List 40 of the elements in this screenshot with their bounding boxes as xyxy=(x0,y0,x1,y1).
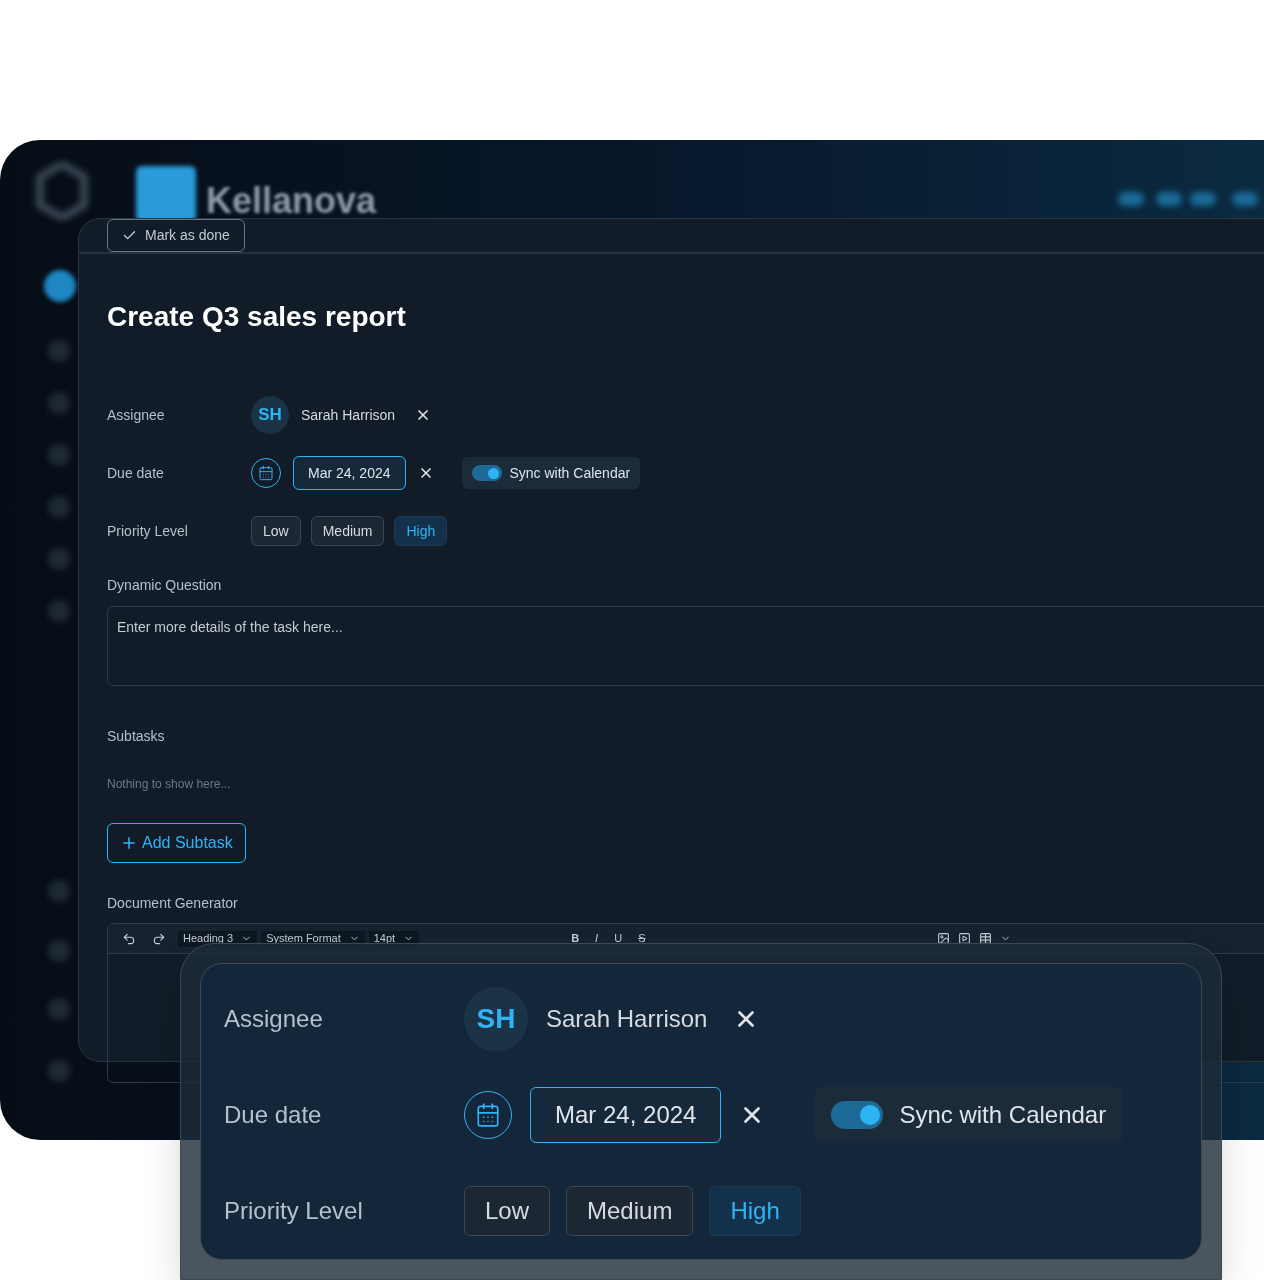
details-field[interactable]: Enter more details of the task here... xyxy=(107,606,1264,686)
format-button[interactable]: U xyxy=(612,930,625,947)
table-icon[interactable] xyxy=(979,932,993,945)
assignee-name: Sarah Harrison xyxy=(301,405,396,425)
format-button[interactable]: I xyxy=(593,930,601,947)
format-button[interactable]: S xyxy=(636,930,648,947)
mark-done-button[interactable]: Mark as done xyxy=(107,219,245,252)
section-label: Document Generator xyxy=(107,894,239,913)
avatar: SH xyxy=(464,987,528,1051)
video-icon[interactable] xyxy=(958,932,972,945)
assignee-name: Sarah Harrison xyxy=(546,1004,708,1034)
task-title: Create Q3 sales report xyxy=(107,300,407,334)
priority-option[interactable]: Low xyxy=(251,516,301,546)
undo-icon[interactable] xyxy=(122,931,136,946)
plus-icon xyxy=(120,834,138,852)
priority-option[interactable]: High xyxy=(394,516,448,546)
date-field[interactable]: Mar 24, 2024 xyxy=(530,1087,722,1143)
field-label: Due date xyxy=(107,463,165,483)
sync-toggle[interactable]: Sync with Calendar xyxy=(461,457,641,489)
field-label: Priority Level xyxy=(224,1196,364,1226)
add-subtask-button[interactable]: Add Subtask xyxy=(107,823,246,863)
field-label: Assignee xyxy=(224,1004,324,1034)
sync-toggle[interactable]: Sync with Calendar xyxy=(815,1087,1123,1143)
date-field[interactable]: Mar 24, 2024 xyxy=(293,456,406,490)
format-button[interactable]: B xyxy=(569,930,582,947)
priority-option[interactable]: Medium xyxy=(566,1186,694,1236)
section-label: Dynamic Question xyxy=(107,576,223,595)
priority-option[interactable]: Medium xyxy=(310,516,385,546)
nav-indicator xyxy=(44,270,76,302)
field-label: Due date xyxy=(224,1100,323,1130)
image-icon[interactable] xyxy=(937,932,951,945)
avatar: SH xyxy=(251,396,289,434)
empty-message: Nothing to show here... xyxy=(107,776,232,793)
style-select[interactable]: Heading 3 xyxy=(178,930,258,947)
redo-icon[interactable] xyxy=(152,931,166,946)
section-label: Subtasks xyxy=(107,727,166,746)
priority-option[interactable]: Low xyxy=(464,1186,551,1236)
field-label: Priority Level xyxy=(107,521,189,541)
field-label: Assignee xyxy=(107,405,166,425)
priority-option[interactable]: High xyxy=(709,1186,801,1236)
